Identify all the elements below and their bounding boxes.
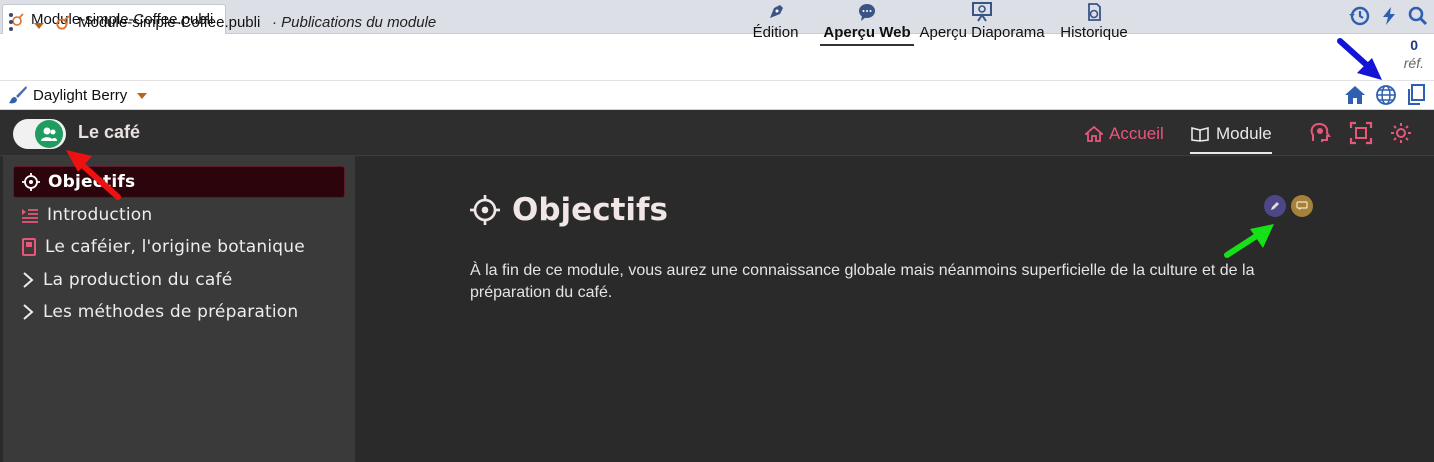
pen-nib-icon	[766, 2, 786, 22]
sidebar-item-production[interactable]: La production du café	[13, 264, 345, 296]
pencil-icon	[1270, 201, 1280, 211]
home-icon[interactable]	[1344, 85, 1366, 105]
nav-module[interactable]: Module	[1190, 124, 1272, 154]
skin-toolbar	[0, 81, 1434, 110]
publication-toolbar	[0, 34, 1434, 81]
skin-dropdown-caret-icon[interactable]	[137, 93, 147, 99]
target-icon	[470, 195, 500, 225]
tool-historique[interactable]: Historique	[1058, 2, 1130, 46]
sun-icon[interactable]	[1389, 121, 1413, 145]
tool-apercu-diaporama[interactable]: Aperçu Diaporama	[918, 2, 1046, 46]
tool-edition[interactable]: Édition	[748, 2, 803, 46]
history-icon[interactable]	[1348, 5, 1370, 27]
content-heading: Objectifs	[470, 192, 668, 228]
target-icon	[22, 173, 40, 191]
dropdown-caret-icon[interactable]	[34, 23, 44, 29]
sidebar-item-objectifs[interactable]: Objectifs	[13, 166, 345, 198]
content-paragraph: À la fin de ce module, vous aurez une co…	[470, 262, 1255, 301]
sidebar-item-methodes[interactable]: Les méthodes de préparation	[13, 296, 345, 328]
nav-home[interactable]: Accueil	[1085, 124, 1164, 144]
sidebar-item-introduction[interactable]: Introduction	[13, 199, 345, 231]
edit-pencil-button[interactable]	[1264, 195, 1286, 217]
paintbrush-icon	[8, 85, 28, 105]
tab-bar-actions	[1348, 5, 1428, 27]
list-indent-icon	[21, 207, 39, 223]
copy-icon[interactable]	[1406, 84, 1426, 106]
search-icon[interactable]	[1408, 6, 1428, 26]
publication-icon	[55, 15, 71, 31]
comment-icon	[1296, 201, 1308, 211]
home-outline-icon	[1085, 126, 1103, 142]
comment-button[interactable]	[1291, 195, 1313, 217]
fullscreen-icon[interactable]	[1349, 121, 1373, 145]
head-brain-icon[interactable]	[1308, 121, 1332, 145]
open-book-icon	[1190, 126, 1210, 142]
users-icon[interactable]	[35, 120, 63, 148]
lightning-icon[interactable]	[1380, 6, 1398, 26]
tool-apercu-web[interactable]: Aperçu Web	[820, 2, 914, 46]
clock-document-icon	[1084, 2, 1104, 22]
kebab-menu-icon[interactable]	[9, 13, 13, 31]
publication-subtitle: · Publications du module	[272, 14, 437, 31]
chat-bubble-icon	[857, 2, 877, 22]
publication-icon	[11, 12, 25, 27]
publication-title: Module-simple-Coffee.publi	[78, 14, 261, 31]
book-icon	[21, 238, 37, 256]
chevron-right-icon[interactable]	[21, 304, 35, 320]
sidebar-item-caféier[interactable]: Le caféier, l'origine botanique	[13, 231, 345, 263]
skin-selector[interactable]: Daylight Berry	[33, 87, 127, 104]
reference-count: 0	[1410, 37, 1418, 53]
reference-label: réf.	[1403, 55, 1424, 71]
globe-icon[interactable]	[1375, 84, 1397, 106]
presentation-icon	[971, 2, 993, 22]
preview-actions	[1344, 84, 1426, 106]
chevron-right-icon[interactable]	[21, 272, 35, 288]
site-title: Le café	[78, 122, 141, 142]
